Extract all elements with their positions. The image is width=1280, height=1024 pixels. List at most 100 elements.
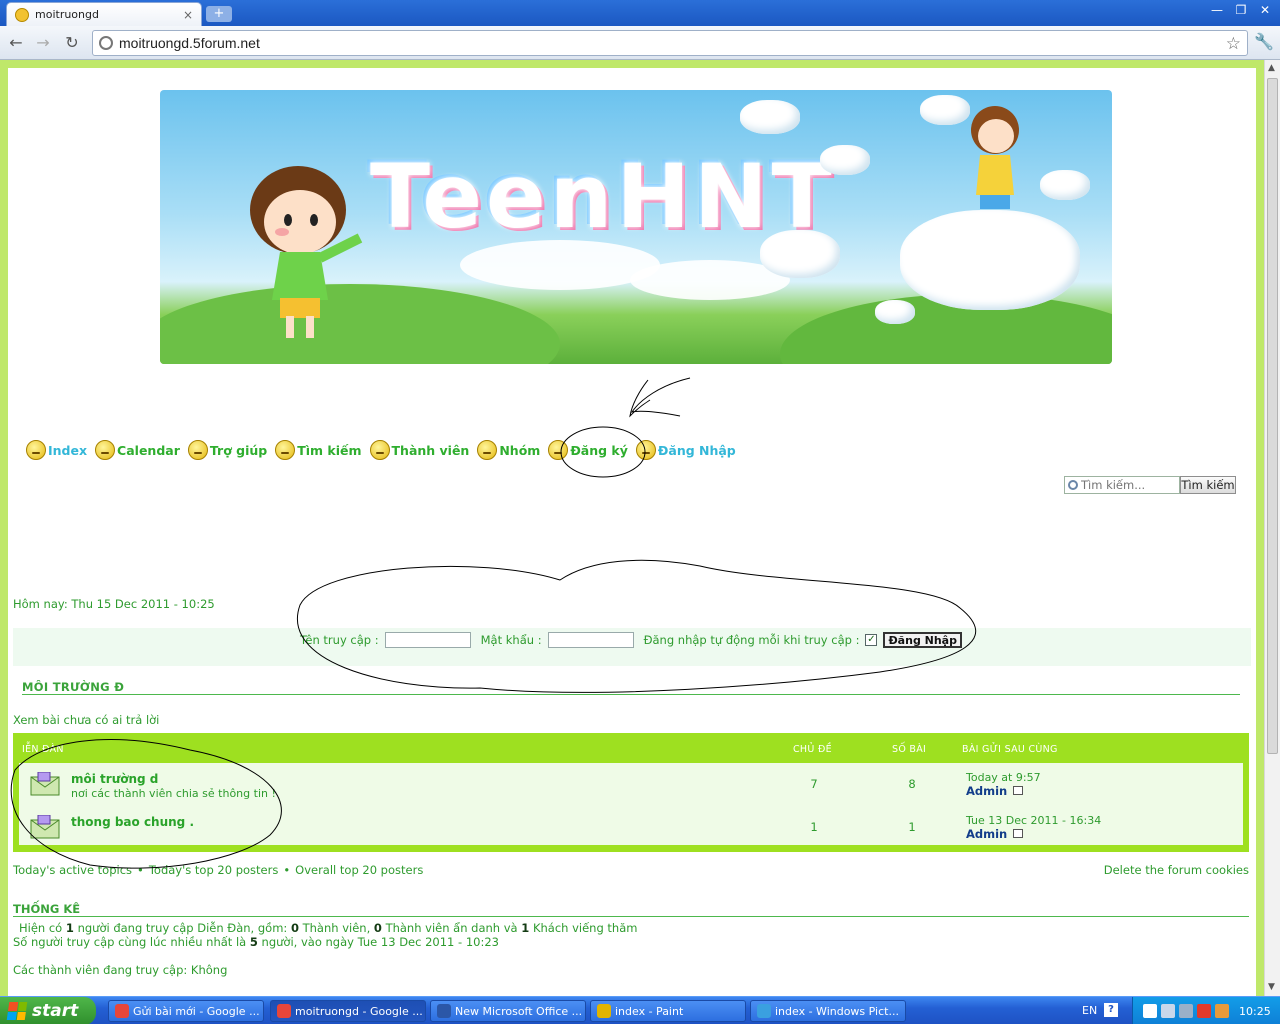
nav-search-label: Tìm kiếm [297,442,362,458]
start-button[interactable]: start [0,997,96,1024]
category-title[interactable]: MÔI TRƯỜNG Đ [22,680,124,694]
forum-rows [19,763,1243,845]
taskbar-item-label: Gửi bài mới - Google ... [133,1004,260,1018]
separator: • [137,863,144,877]
help-icon[interactable]: ? [1104,1003,1118,1017]
nav-index[interactable]: Index [26,440,87,460]
word-icon [437,1004,451,1018]
online-members: Các thành viên đang truy cập: Không [13,963,228,977]
top-overall-link[interactable]: Overall top 20 posters [295,863,423,877]
browser-tab[interactable]: moitruongd × [6,2,202,26]
stats-title: THỐNG KÊ [13,902,81,916]
minimize-button[interactable]: — [1206,2,1228,20]
scroll-down-icon[interactable]: ▼ [1268,982,1275,992]
header-last-post: BÀI GỬI SAU CÙNG [962,744,1058,755]
forum-link[interactable]: thong bao chung . [71,815,194,829]
password-label: Mật khẩu : [480,633,542,647]
start-label: start [32,1001,79,1021]
tray-app-icon[interactable] [1215,1004,1229,1018]
browser-toolbar: ← → ↻ moitruongd.5forum.net ☆ 🔧 [0,26,1280,60]
active-topics-link[interactable]: Today's active topics [13,863,132,877]
wrench-menu-icon[interactable]: 🔧 [1254,32,1274,51]
taskbar-item[interactable]: New Microsoft Office ... [430,1000,586,1022]
globe-icon [99,36,113,50]
windows-logo-icon [6,1002,28,1020]
browser-title-bar: moitruongd × + — ❐ ✕ [0,0,1280,26]
go-to-post-icon[interactable] [1013,786,1023,795]
girl-illustration-icon [250,166,363,338]
nav-login[interactable]: Đăng Nhập [635,440,736,460]
tab-close-icon[interactable]: × [183,8,193,22]
go-to-post-icon[interactable] [1013,829,1023,838]
smiley-favicon-icon [15,7,29,22]
taskbar-item-label: moitruongd - Google ... [295,1004,423,1018]
nav-help[interactable]: Trợ giúp [187,440,268,460]
windows-taskbar: start Gửi bài mới - Google ... moitruong… [0,996,1280,1024]
separator: • [283,863,291,877]
unikey-icon[interactable] [1197,1004,1211,1018]
nav-help-label: Trợ giúp [209,442,268,458]
page-scrollbar[interactable]: ▲ ▼ [1264,60,1280,996]
close-button[interactable]: ✕ [1254,2,1276,20]
login-form: Tên truy cập : Mật khẩu : Đăng nhập tự đ… [300,632,962,648]
window-controls: — ❐ ✕ [1206,2,1276,20]
search-input[interactable] [1081,478,1177,492]
address-bar[interactable]: moitruongd.5forum.net ☆ [92,30,1248,56]
language-indicator[interactable]: EN [1082,1004,1097,1017]
network-icon[interactable] [1161,1004,1175,1018]
forum-banner: TeenHNT [160,90,1112,364]
top-today-link[interactable]: Today's top 20 posters [149,863,279,877]
back-arrow-icon[interactable]: ← [6,33,26,53]
nav-login-label: Đăng Nhập [657,442,736,458]
nav-calendar[interactable]: Calendar [95,440,180,460]
category-divider [22,694,1240,695]
post-count: 1 [908,820,916,834]
search-button[interactable]: Tìm kiếm [1180,476,1236,494]
password-field[interactable] [547,632,634,648]
forum-envelope-icon [30,815,60,839]
header-posts: SỐ BÀI [892,744,927,755]
forum-envelope-icon [30,772,60,796]
nav-members[interactable]: Thành viên [369,440,470,460]
header-forum: IỄN ĐÀN [22,744,64,755]
last-post-author[interactable]: Admin [966,784,1007,798]
tab-title: moitruongd [35,8,99,21]
nav-register[interactable]: Đăng ký [548,440,628,460]
auto-login-checkbox[interactable]: ✓ [865,634,878,646]
clock: 10:25 [1239,1004,1271,1018]
username-field[interactable] [384,632,471,648]
taskbar-item[interactable]: moitruongd - Google ... [270,1000,426,1022]
scroll-up-icon[interactable]: ▲ [1268,63,1275,73]
new-tab-button[interactable]: + [206,6,232,22]
forum-link[interactable]: môi trường d [71,772,158,786]
taskbar-item-label: index - Paint [615,1004,684,1018]
nav-register-label: Đăng ký [570,442,628,458]
taskbar-item[interactable]: index - Windows Pict... [750,1000,906,1022]
bookmark-star-icon[interactable]: ☆ [1226,34,1241,54]
search-field[interactable] [1064,476,1180,494]
antivirus-icon[interactable] [1143,1004,1157,1018]
last-post-author[interactable]: Admin [966,827,1007,841]
nav-search[interactable]: Tìm kiếm [275,440,362,460]
delete-cookies-link[interactable]: Delete the forum cookies [1104,863,1249,877]
paint-icon [597,1004,611,1018]
nav-groups[interactable]: Nhóm [477,440,540,460]
url-text[interactable]: moitruongd.5forum.net [119,35,260,51]
forward-arrow-icon[interactable]: → [33,33,53,53]
nav-index-label: Index [48,442,88,458]
reload-icon[interactable]: ↻ [62,33,82,53]
system-tray: 10:25 [1132,997,1280,1024]
nav-members-label: Thành viên [391,442,470,458]
search-icon [1068,480,1078,490]
maximize-button[interactable]: ❐ [1230,2,1252,20]
register-smiley-icon [548,440,569,460]
taskbar-item[interactable]: index - Paint [590,1000,746,1022]
footer-links: Today's active topics • Today's top 20 p… [13,863,423,877]
scroll-thumb[interactable] [1267,78,1278,754]
unanswered-posts-link[interactable]: Xem bài chưa có ai trả lời [13,713,159,727]
taskbar-item-label: New Microsoft Office ... [455,1004,583,1018]
login-button[interactable]: Đăng Nhập [883,632,962,648]
taskbar-item[interactable]: Gửi bài mới - Google ... [108,1000,264,1022]
santa-smiley-icon [95,440,116,460]
volume-icon[interactable] [1179,1004,1193,1018]
